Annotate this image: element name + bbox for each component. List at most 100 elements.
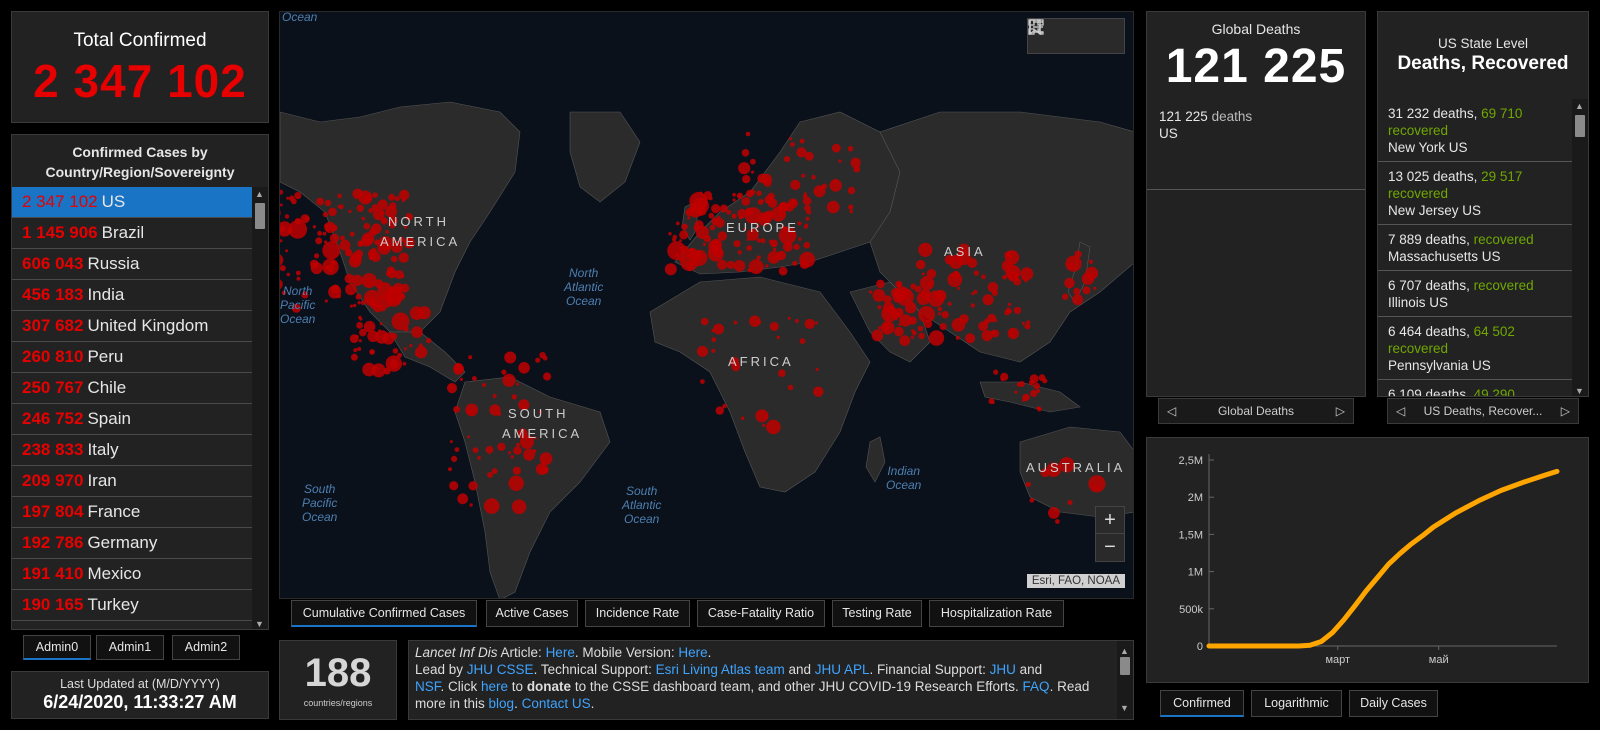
case-bubble[interactable]	[767, 192, 775, 200]
case-bubble[interactable]	[680, 253, 699, 272]
country-list-scrollbar[interactable]: ▲ ▼	[252, 187, 268, 629]
case-bubble[interactable]	[280, 253, 284, 266]
case-bubble[interactable]	[504, 351, 517, 364]
case-bubble[interactable]	[788, 137, 792, 141]
case-bubble[interactable]	[772, 247, 777, 252]
case-bubble[interactable]	[1067, 500, 1073, 505]
case-bubble[interactable]	[385, 355, 402, 372]
case-bubble[interactable]	[928, 330, 945, 346]
case-bubble[interactable]	[1030, 389, 1038, 397]
case-bubble[interactable]	[314, 253, 320, 259]
case-bubble[interactable]	[733, 260, 746, 272]
case-bubble[interactable]	[719, 204, 728, 213]
case-bubble[interactable]	[910, 335, 915, 340]
country-list-item[interactable]: 260 810 Peru	[12, 342, 252, 373]
case-bubble[interactable]	[768, 239, 774, 244]
case-bubble[interactable]	[510, 455, 514, 459]
case-bubble[interactable]	[1000, 377, 1004, 381]
case-bubble[interactable]	[411, 326, 423, 339]
case-bubble[interactable]	[709, 224, 716, 231]
country-list-item[interactable]: 209 970 Iran	[12, 466, 252, 497]
country-list-item[interactable]: 192 786 Germany	[12, 528, 252, 559]
case-bubble[interactable]	[685, 208, 694, 217]
case-bubble[interactable]	[1013, 277, 1022, 286]
case-bubble[interactable]	[449, 481, 459, 491]
us-state-scrollbar[interactable]: ▲ ▼	[1572, 99, 1588, 396]
tab-admin0[interactable]: Admin0	[23, 635, 91, 660]
case-bubble[interactable]	[322, 241, 341, 260]
faq-link[interactable]: FAQ	[1023, 679, 1050, 694]
case-bubble[interactable]	[457, 493, 469, 505]
us-state-item[interactable]: 6 109 deaths, 49 290	[1378, 380, 1572, 396]
jhu-link[interactable]: JHU	[990, 662, 1016, 677]
case-bubble[interactable]	[340, 235, 345, 241]
case-bubble[interactable]	[715, 406, 724, 415]
case-bubble[interactable]	[876, 279, 885, 289]
case-bubble[interactable]	[337, 193, 342, 199]
case-bubble[interactable]	[756, 255, 761, 260]
case-bubble[interactable]	[679, 230, 689, 240]
mobile-version-link[interactable]: Here	[678, 645, 707, 660]
case-bubble[interactable]	[927, 282, 932, 287]
case-bubble[interactable]	[803, 224, 809, 229]
case-bubble[interactable]	[847, 145, 854, 152]
case-bubble[interactable]	[322, 211, 328, 218]
case-bubble[interactable]	[1082, 286, 1091, 295]
case-bubble[interactable]	[921, 272, 925, 276]
case-bubble[interactable]	[286, 272, 291, 277]
us-state-item[interactable]: 6 464 deaths, 64 502 recovered Pennsylvani…	[1378, 317, 1572, 380]
case-bubble[interactable]	[1029, 497, 1035, 503]
case-bubble[interactable]	[508, 475, 524, 491]
case-bubble[interactable]	[322, 258, 339, 276]
case-bubble[interactable]	[535, 357, 541, 363]
case-bubble[interactable]	[471, 376, 477, 381]
case-bubble[interactable]	[787, 316, 791, 320]
case-bubble[interactable]	[938, 312, 942, 316]
case-bubble[interactable]	[973, 270, 980, 276]
case-bubble[interactable]	[539, 452, 553, 465]
case-bubble[interactable]	[788, 198, 798, 209]
case-bubble[interactable]	[838, 159, 842, 163]
case-bubble[interactable]	[451, 455, 458, 462]
us-state-item[interactable]: 6 707 deaths, recovered Illinois US	[1378, 271, 1572, 317]
case-bubble[interactable]	[1065, 255, 1082, 272]
case-bubble[interactable]	[357, 240, 364, 247]
case-bubble[interactable]	[426, 337, 432, 344]
case-bubble[interactable]	[745, 207, 754, 216]
case-bubble[interactable]	[778, 369, 786, 378]
case-bubble[interactable]	[747, 268, 752, 273]
case-bubble[interactable]	[329, 233, 340, 243]
case-bubble[interactable]	[1025, 481, 1031, 488]
case-bubble[interactable]	[1042, 378, 1048, 384]
case-bubble[interactable]	[379, 322, 383, 326]
case-bubble[interactable]	[316, 197, 324, 206]
case-bubble[interactable]	[738, 162, 751, 175]
case-bubble[interactable]	[362, 362, 376, 377]
case-bubble[interactable]	[1026, 320, 1031, 325]
case-bubble[interactable]	[751, 170, 755, 174]
case-bubble[interactable]	[793, 243, 800, 250]
case-bubble[interactable]	[790, 179, 801, 190]
case-bubble[interactable]	[401, 316, 405, 320]
case-bubble[interactable]	[353, 348, 358, 353]
case-bubble[interactable]	[815, 367, 819, 372]
case-bubble[interactable]	[737, 194, 741, 199]
info-scrollbar[interactable]: ▲ ▼	[1117, 641, 1133, 719]
case-bubble[interactable]	[1018, 381, 1025, 387]
case-bubble[interactable]	[799, 138, 805, 144]
blog-link[interactable]: blog	[489, 696, 515, 711]
case-bubble[interactable]	[312, 225, 317, 229]
next-arrow-icon[interactable]: ▷	[1336, 399, 1345, 423]
case-bubble[interactable]	[778, 266, 788, 276]
case-bubble[interactable]	[294, 192, 302, 200]
case-bubble[interactable]	[872, 289, 886, 302]
case-bubble[interactable]	[848, 204, 854, 210]
case-bubble[interactable]	[415, 346, 428, 359]
case-bubble[interactable]	[512, 466, 521, 475]
case-bubble[interactable]	[487, 471, 494, 478]
case-bubble[interactable]	[883, 301, 895, 313]
country-list-item[interactable]: 456 183 India	[12, 280, 252, 311]
case-bubble[interactable]	[483, 498, 500, 514]
case-bubble[interactable]	[360, 300, 366, 306]
case-bubble[interactable]	[826, 200, 840, 214]
